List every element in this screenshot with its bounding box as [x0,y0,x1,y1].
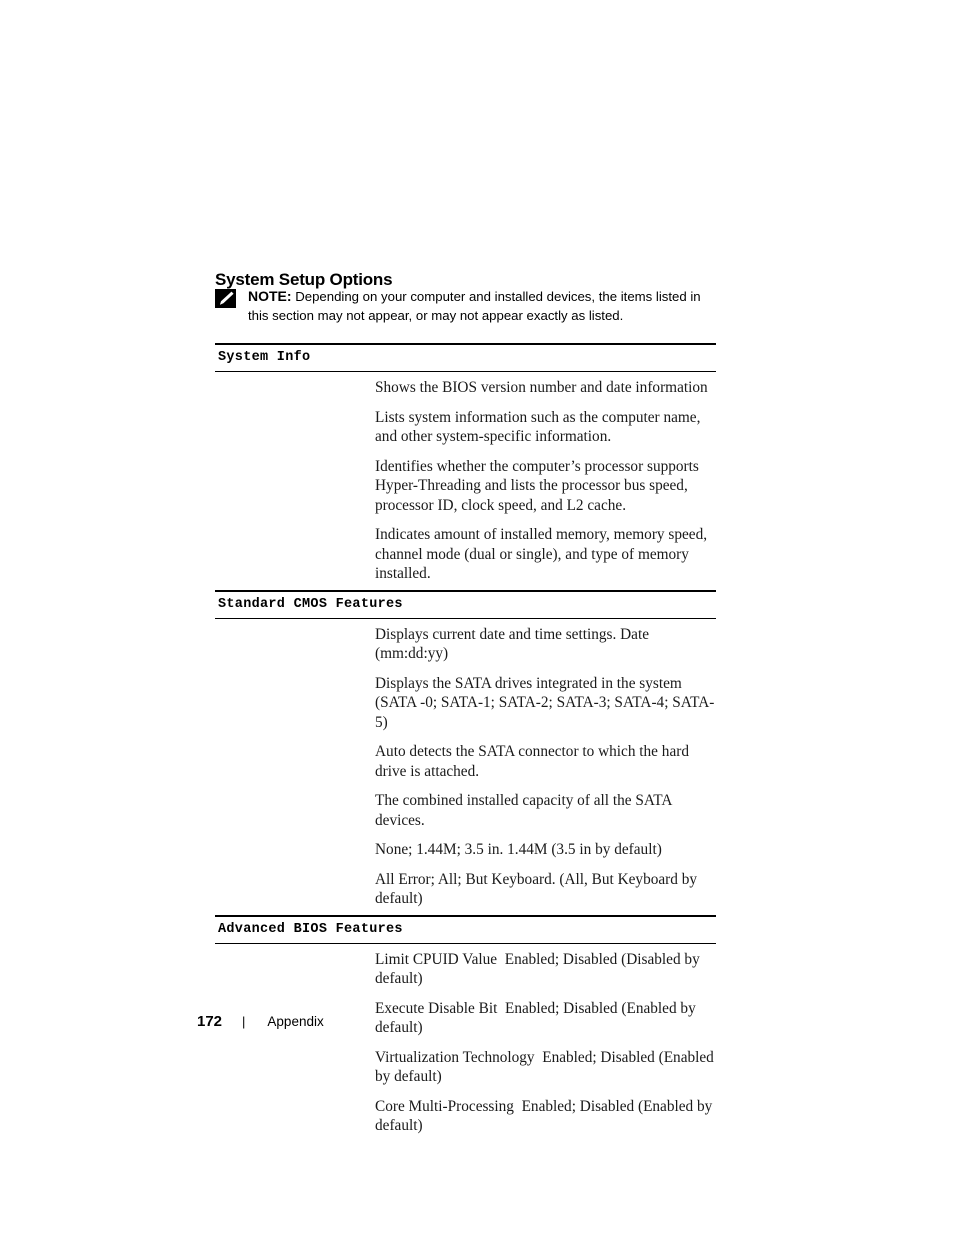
option-description: Shows the BIOS version number and date i… [375,379,708,396]
table-row: Displays current date and time settings.… [215,625,716,674]
group-rows: Shows the BIOS version number and date i… [215,372,716,590]
note-callout: NOTE: Depending on your computer and ins… [215,287,715,325]
footer-separator: | [242,1014,246,1029]
table-row: Displays the SATA drives integrated in t… [215,674,716,743]
table-row: None; 1.44M; 3.5 in. 1.44M (3.5 in by de… [215,840,716,870]
option-description: Execute Disable Bit Enabled; Disabled (E… [375,999,700,1037]
pencil-note-icon [215,289,236,308]
table-group: Standard CMOS Features Displays current … [215,589,716,915]
option-description: All Error; All; But Keyboard. (All, But … [375,870,701,908]
table-row: Shows the BIOS version number and date i… [215,378,716,408]
table-row: Core Multi-Processing Enabled; Disabled … [215,1097,716,1142]
option-description: Identifies whether the computer’s proces… [375,457,703,514]
table-row: Limit CPUID Value Enabled; Disabled (Dis… [215,950,716,999]
table-row: Identifies whether the computer’s proces… [215,457,716,526]
option-description: Virtualization Technology Enabled; Disab… [375,1048,718,1086]
table-group: System Info Shows the BIOS version numbe… [215,343,716,590]
note-body: Depending on your computer and installed… [248,289,701,323]
option-description: Core Multi-Processing Enabled; Disabled … [375,1097,717,1135]
group-rows: Limit CPUID Value Enabled; Disabled (Dis… [215,944,716,1142]
footer-chapter-label: Appendix [267,1014,324,1029]
page-footer: 172 | Appendix [197,1013,324,1030]
document-page: System Setup Options NOTE: Depending on … [0,0,954,1235]
table-row: Indicates amount of installed memory, me… [215,525,716,590]
option-description: Lists system information such as the com… [375,408,705,446]
group-header: Standard CMOS Features [218,596,403,612]
table-row: The combined installed capacity of all t… [215,791,716,840]
option-description: None; 1.44M; 3.5 in. 1.44M (3.5 in by de… [375,841,662,858]
table-row: Lists system information such as the com… [215,408,716,457]
option-description: Indicates amount of installed memory, me… [375,526,711,582]
option-description: Displays current date and time settings.… [375,625,653,663]
table-row: Virtualization Technology Enabled; Disab… [215,1048,716,1097]
option-description: Auto detects the SATA connector to which… [375,743,693,780]
note-text: NOTE: Depending on your computer and ins… [248,287,715,325]
option-description: Displays the SATA drives integrated in t… [375,674,715,731]
group-header: System Info [218,350,311,365]
option-description: Limit CPUID Value Enabled; Disabled (Dis… [375,950,704,988]
group-rows: Displays current date and time settings.… [215,619,716,915]
group-header: Advanced BIOS Features [218,921,403,937]
option-description: The combined installed capacity of all t… [375,792,676,829]
table-row: Auto detects the SATA connector to which… [215,742,716,791]
note-label: NOTE: [248,288,292,304]
footer-page-number: 172 [197,1013,223,1030]
table-row: All Error; All; But Keyboard. (All, But … [215,870,716,915]
